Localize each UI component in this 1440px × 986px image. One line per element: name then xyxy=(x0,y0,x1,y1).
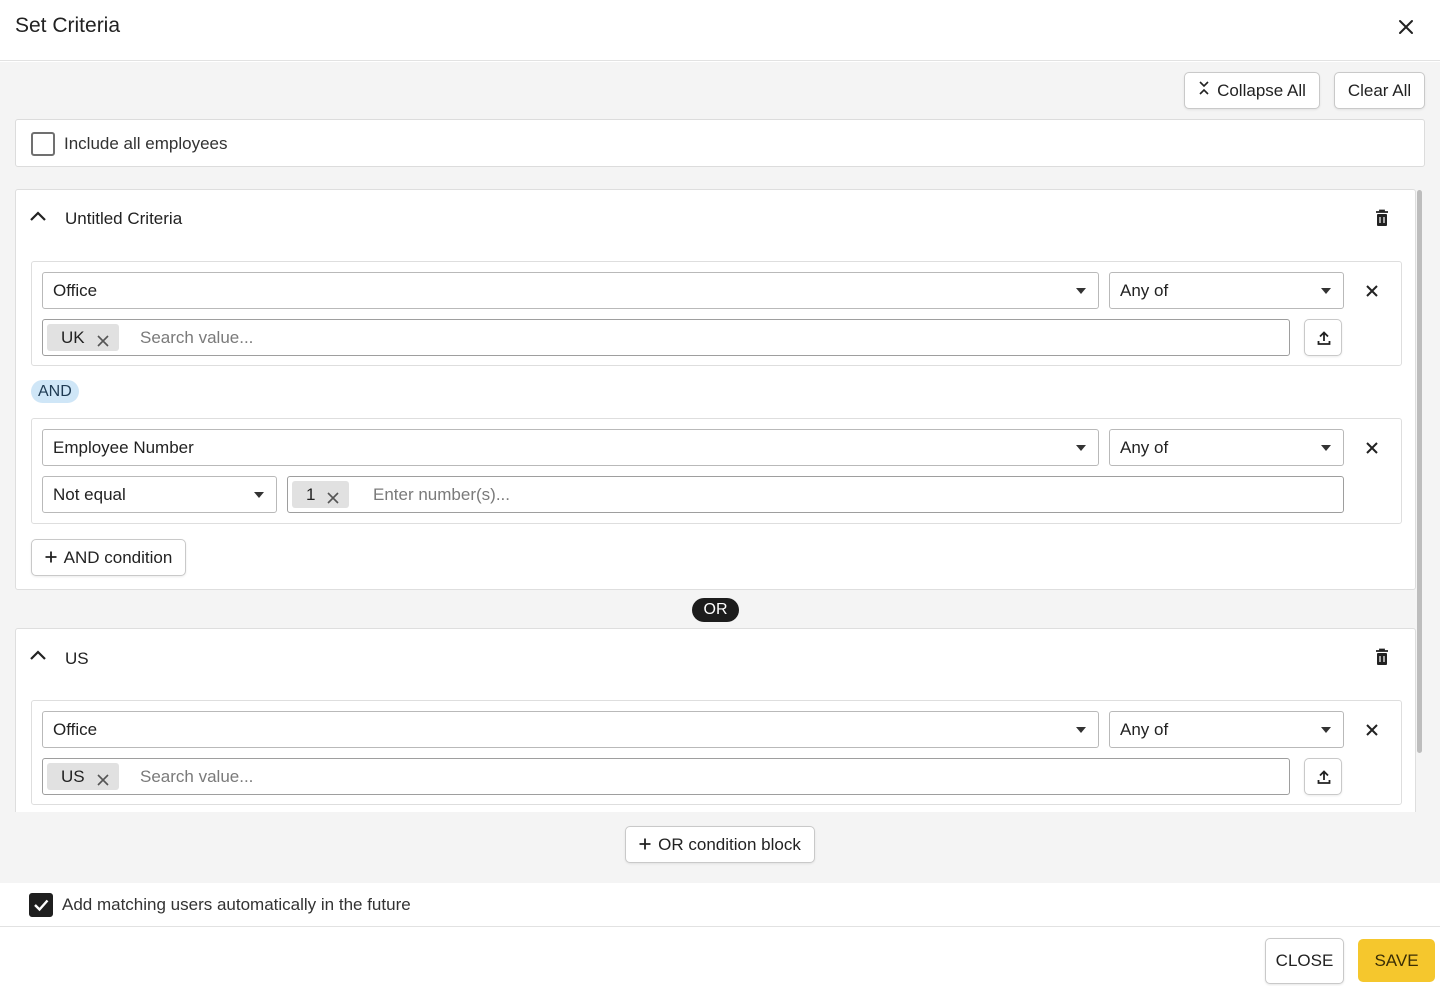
chip-label: US xyxy=(61,766,85,786)
condition-row: Office Any of UK xyxy=(31,261,1402,366)
auto-add-row: Add matching users automatically in the … xyxy=(0,883,1440,927)
search-value-input[interactable] xyxy=(140,320,1280,355)
remove-condition-icon[interactable] xyxy=(1363,721,1381,739)
match-select[interactable]: Any of xyxy=(1109,272,1344,309)
block-title[interactable]: Untitled Criteria xyxy=(65,209,182,229)
search-value-input[interactable] xyxy=(140,759,1280,794)
add-or-block-button[interactable]: OR condition block xyxy=(625,826,815,863)
match-select[interactable]: Any of xyxy=(1109,711,1344,748)
chevron-up-icon[interactable] xyxy=(28,648,48,662)
upload-button[interactable] xyxy=(1304,758,1342,795)
match-select-value: Any of xyxy=(1120,438,1169,457)
check-icon xyxy=(34,899,49,912)
criteria-panel: Collapse All Clear All Include all emplo… xyxy=(0,62,1440,883)
criteria-block: Untitled Criteria Office Any of UK Searc… xyxy=(15,189,1416,590)
value-chip: UK xyxy=(47,324,119,351)
and-pill: AND xyxy=(31,380,79,403)
or-pill: OR xyxy=(692,598,739,622)
include-all-checkbox[interactable] xyxy=(31,132,55,156)
chip-remove-icon[interactable] xyxy=(327,489,340,504)
plus-icon xyxy=(45,548,57,568)
value-tag-field[interactable]: US xyxy=(42,758,1290,795)
caret-down-icon xyxy=(1076,727,1086,733)
caret-down-icon xyxy=(1321,288,1331,294)
collapse-all-button[interactable]: Collapse All xyxy=(1184,72,1320,109)
chevron-up-icon[interactable] xyxy=(28,209,48,223)
operator-select[interactable]: Not equal xyxy=(42,476,277,513)
remove-condition-icon[interactable] xyxy=(1363,282,1381,300)
block-title[interactable]: US xyxy=(65,649,89,669)
upload-icon xyxy=(1317,770,1331,784)
caret-down-icon xyxy=(1076,445,1086,451)
condition-row: Employee Number Any of Not equal 1 xyxy=(31,418,1402,524)
auto-add-checkbox[interactable] xyxy=(29,893,53,917)
value-chip: US xyxy=(47,763,119,790)
match-select-value: Any of xyxy=(1120,720,1169,739)
value-chip: 1 xyxy=(292,481,350,508)
scrollbar-thumb[interactable] xyxy=(1417,190,1422,753)
plus-icon xyxy=(639,835,651,855)
number-input[interactable] xyxy=(373,477,1333,512)
match-select[interactable]: Any of xyxy=(1109,429,1344,466)
field-select-value: Employee Number xyxy=(53,438,194,457)
condition-row: Office Any of US xyxy=(31,700,1402,805)
add-or-block-label: OR condition block xyxy=(658,834,801,854)
save-button[interactable]: SAVE xyxy=(1358,939,1435,982)
auto-add-label: Add matching users automatically in the … xyxy=(62,895,411,914)
chip-label: UK xyxy=(61,327,85,347)
trash-icon[interactable] xyxy=(1373,648,1391,668)
close-button[interactable]: CLOSE xyxy=(1265,938,1344,984)
dialog-actions: CLOSE SAVE xyxy=(0,928,1440,986)
add-and-condition-label: AND condition xyxy=(63,547,173,567)
dialog-title: Set Criteria xyxy=(15,14,121,37)
field-select[interactable]: Office xyxy=(42,711,1099,748)
remove-condition-icon[interactable] xyxy=(1363,439,1381,457)
value-tag-field[interactable]: UK xyxy=(42,319,1290,356)
caret-down-icon xyxy=(1321,727,1331,733)
operator-select-value: Not equal xyxy=(53,485,126,504)
clear-all-button[interactable]: Clear All xyxy=(1334,72,1425,109)
chip-label: 1 xyxy=(306,484,316,504)
match-select-value: Any of xyxy=(1120,281,1169,300)
number-tag-field[interactable]: 1 xyxy=(287,476,1344,513)
scrollbar[interactable] xyxy=(1416,188,1424,753)
add-and-condition-button[interactable]: AND condition xyxy=(31,539,186,576)
chip-remove-icon[interactable] xyxy=(97,332,109,347)
field-select[interactable]: Office xyxy=(42,272,1099,309)
collapse-all-label: Collapse All xyxy=(1217,80,1306,100)
close-dialog-icon[interactable] xyxy=(1395,16,1417,38)
field-select-value: Office xyxy=(53,720,98,739)
trash-icon[interactable] xyxy=(1373,209,1391,229)
chip-remove-icon[interactable] xyxy=(97,771,109,786)
field-select-value: Office xyxy=(53,281,98,300)
caret-down-icon xyxy=(1076,288,1086,294)
include-all-row: Include all employees xyxy=(15,119,1425,167)
caret-down-icon xyxy=(1321,445,1331,451)
field-select[interactable]: Employee Number xyxy=(42,429,1099,466)
dialog-header: Set Criteria xyxy=(0,0,1440,61)
upload-icon xyxy=(1317,331,1331,345)
include-all-label: Include all employees xyxy=(64,134,228,153)
upload-button[interactable] xyxy=(1304,319,1342,356)
collapse-icon xyxy=(1198,80,1210,101)
caret-down-icon xyxy=(254,492,264,498)
